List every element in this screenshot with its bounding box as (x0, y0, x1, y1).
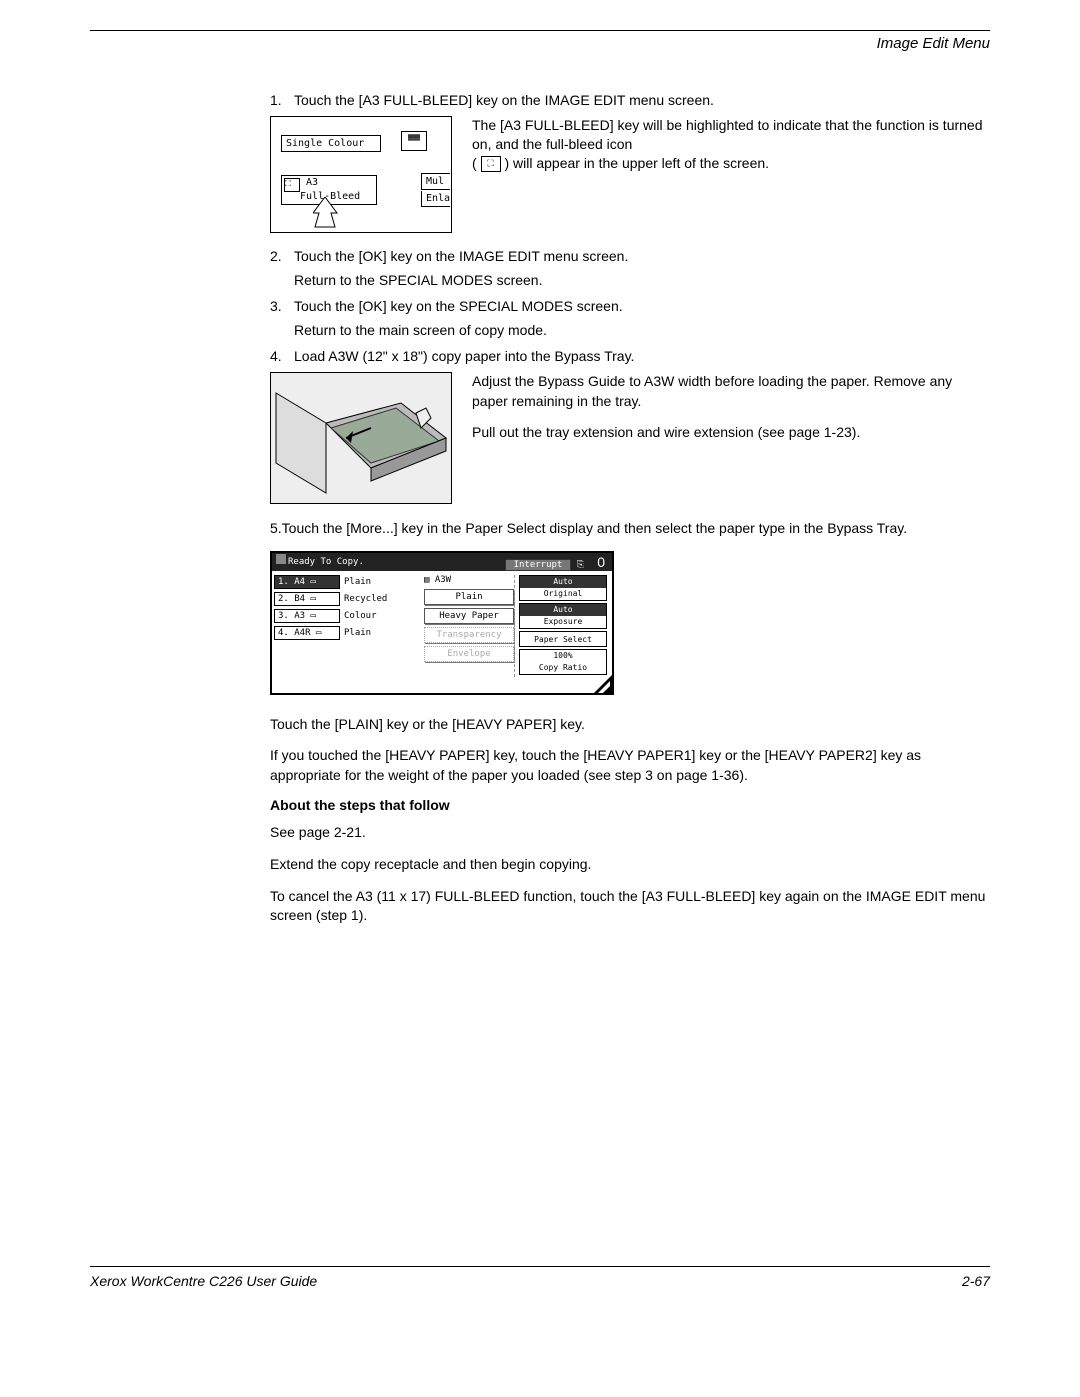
step1-desc-b: ) will appear in the upper left of the s… (504, 155, 769, 171)
tray-row[interactable]: 3. A3 ▭Colour (274, 609, 424, 623)
header-section: Image Edit Menu (90, 35, 990, 52)
paper-type-button[interactable]: Heavy Paper (424, 608, 514, 624)
side-panel-button[interactable]: AutoOriginal (519, 575, 607, 601)
step-2: 2. Touch the [OK] key on the IMAGE EDIT … (270, 248, 990, 264)
after-p3: See page 2-21. (270, 823, 990, 843)
side-panel-button[interactable]: AutoExposure (519, 603, 607, 629)
about-heading: About the steps that follow (270, 797, 990, 813)
paper-type-button: Envelope (424, 646, 514, 662)
image-edit-screen: Single Colour ▦▦ ⛶ A3 Full-Bleed Mul Enl… (270, 116, 452, 233)
step-1: 1. Touch the [A3 FULL-BLEED] key on the … (270, 92, 990, 108)
step-2-sub: Return to the SPECIAL MODES screen. (294, 272, 990, 288)
bypass-tray-illustration (270, 372, 452, 504)
corner-arrow-icon (592, 673, 614, 695)
after-p4: Extend the copy receptacle and then begi… (270, 855, 990, 875)
status-text: Ready To Copy. (288, 557, 364, 567)
pointer-arrow-icon (313, 197, 343, 229)
after-p2: If you touched the [HEAVY PAPER] key, to… (270, 746, 990, 785)
tray-row[interactable]: 1. A4 ▭Plain (274, 575, 424, 589)
mul-key-partial[interactable]: Mul (421, 173, 450, 190)
footer-guide-title: Xerox WorkCentre C226 User Guide (90, 1273, 317, 1289)
after-p5: To cancel the A3 (11 x 17) FULL-BLEED fu… (270, 887, 990, 926)
a3-label-line1: A3 (306, 177, 318, 188)
interrupt-button[interactable]: Interrupt (505, 559, 572, 571)
icon-key[interactable]: ▦▦ (401, 131, 427, 151)
step-4: 4. Load A3W (12" x 18") copy paper into … (270, 348, 990, 364)
full-bleed-icon: ⛶ (481, 156, 501, 172)
paper-type-button[interactable]: Plain (424, 589, 514, 605)
tray-list: 1. A4 ▭Plain 2. B4 ▭Recycled 3. A3 ▭Colour… (274, 575, 424, 677)
step1-desc-a: The [A3 FULL-BLEED] key will be highligh… (472, 117, 983, 152)
single-colour-key[interactable]: Single Colour (281, 135, 381, 152)
step-1-text: Touch the [A3 FULL-BLEED] key on the IMA… (294, 92, 990, 108)
paper-type-button: Transparency (424, 627, 514, 643)
step-1-num: 1. (270, 92, 294, 108)
after-p1: Touch the [PLAIN] key or the [HEAVY PAPE… (270, 715, 990, 735)
step-5-text: 5.Touch the [More...] key in the Paper S… (270, 519, 990, 539)
copy-count: 0 (594, 554, 608, 570)
tray-row[interactable]: 4. A4R ▭Plain (274, 626, 424, 640)
step-3-sub: Return to the main screen of copy mode. (294, 322, 990, 338)
step4-desc-1: Adjust the Bypass Guide to A3W width bef… (472, 372, 990, 411)
paper-select-screen: Ready To Copy. Interrupt ⎘ 0 1. A4 ▭Plai… (270, 551, 614, 695)
side-panel-button[interactable]: Paper Select (519, 631, 607, 647)
step-3: 3. Touch the [OK] key on the SPECIAL MOD… (270, 298, 990, 314)
step4-desc-2: Pull out the tray extension and wire ext… (472, 423, 990, 443)
footer-page-num: 2-67 (962, 1273, 990, 1289)
tray-row[interactable]: 2. B4 ▭Recycled (274, 592, 424, 606)
side-panel-button[interactable]: 100%Copy Ratio (519, 649, 607, 675)
bypass-size-label: A3W (435, 575, 451, 585)
enla-key-partial[interactable]: Enla (421, 191, 450, 207)
